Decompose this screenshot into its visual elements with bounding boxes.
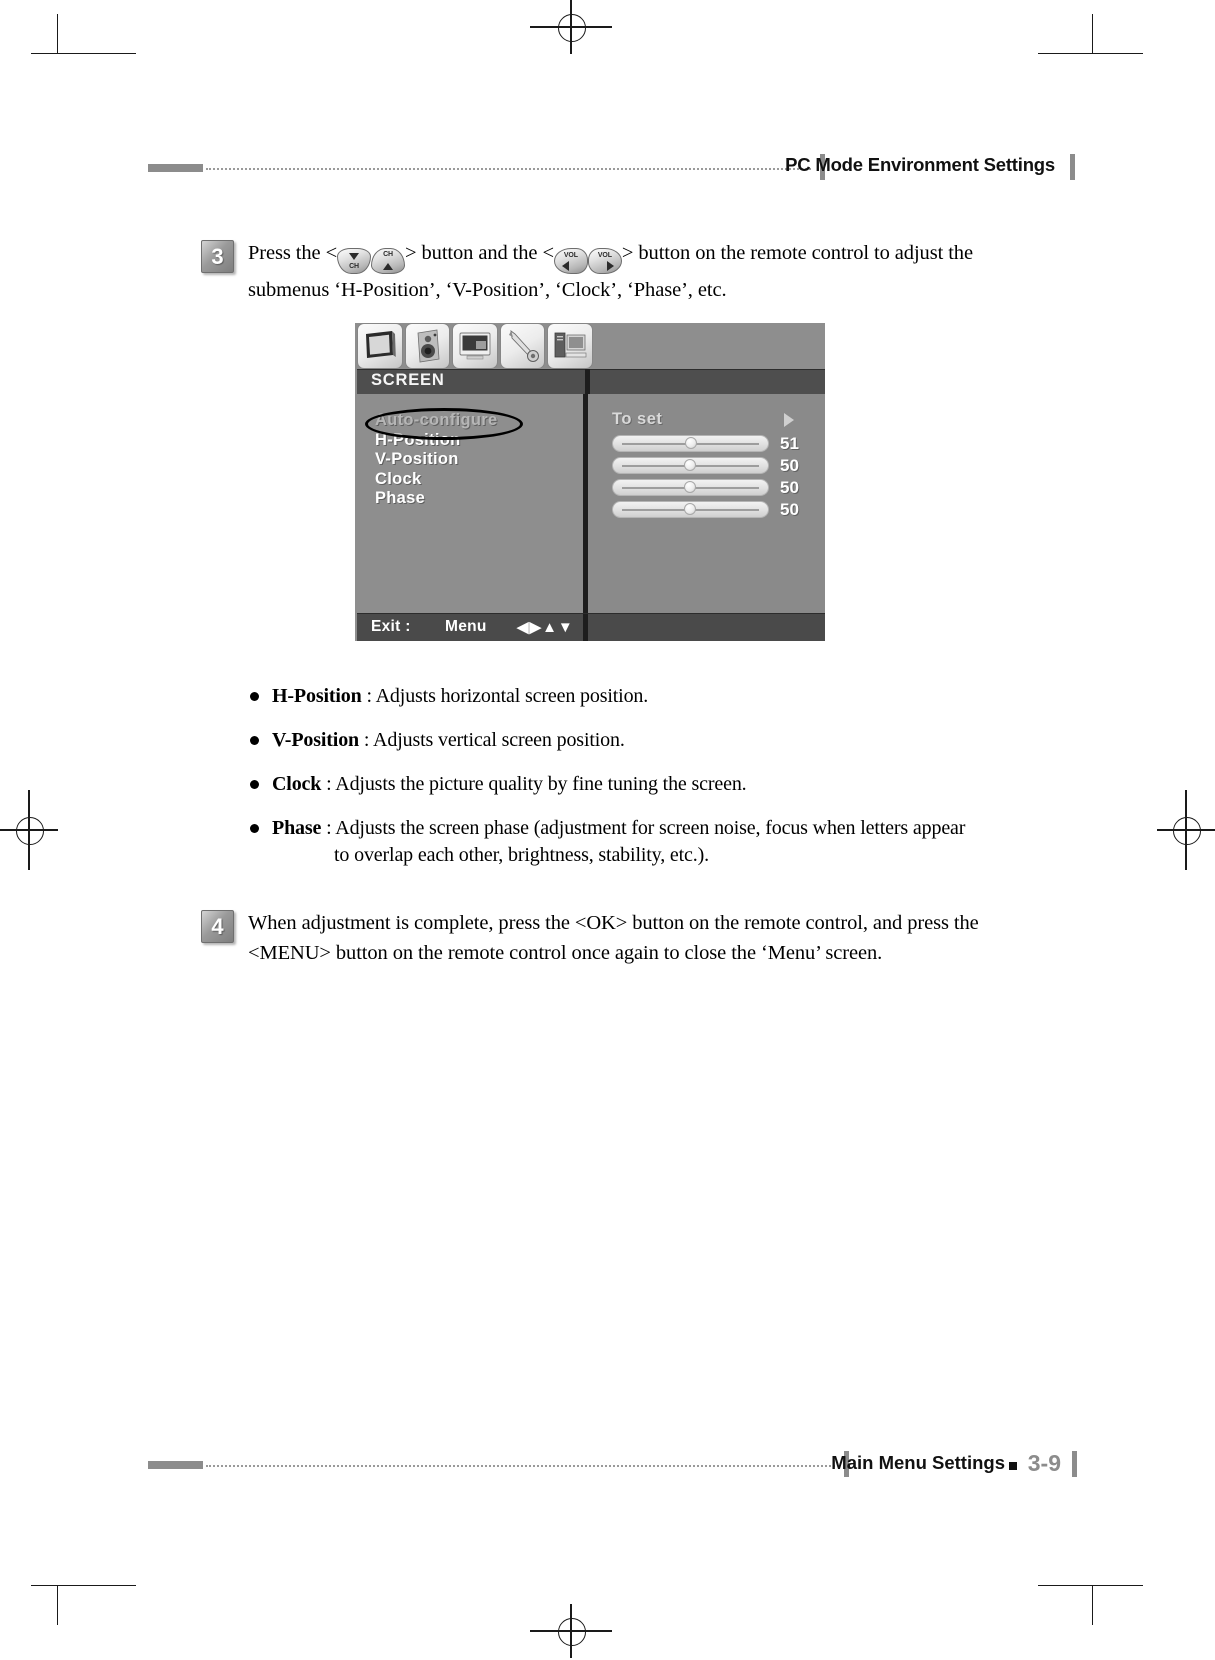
- header-bar-right: [1070, 154, 1075, 180]
- osd-slider-value: 50: [780, 500, 799, 519]
- step-3-body: Press the < CH CH > button and the < VOL VOL >…: [248, 238, 973, 305]
- page-footer: Main Menu Settings 3-9: [148, 1450, 1083, 1482]
- bullet-dot-icon: [250, 780, 259, 789]
- step-3-number: 3: [201, 240, 234, 273]
- footer-dotted-rule: [206, 1465, 835, 1469]
- vol-down-icon[interactable]: VOL: [553, 248, 588, 275]
- vol-up-icon[interactable]: VOL: [587, 248, 622, 275]
- footer-page-number: 3-9: [1027, 1450, 1061, 1476]
- bullet-description-continued: to overlap each other, brightness, stabi…: [334, 844, 709, 866]
- bullet-term: Clock: [272, 773, 322, 795]
- osd-left-pane: Auto-configure H-Position V-Position Clo…: [357, 394, 585, 614]
- step-4-line-1: When adjustment is complete, press the <…: [248, 912, 979, 934]
- osd-menu-item-clock[interactable]: Clock: [375, 470, 497, 490]
- osd-slider-value: 50: [780, 456, 799, 475]
- bullet-separator: :: [321, 817, 336, 839]
- registration-mark-right: [1157, 790, 1215, 870]
- osd-footer-bar: Exit : Menu ◀▶▲▼: [357, 613, 825, 641]
- osd-menu-item-v-position[interactable]: V-Position: [375, 450, 497, 470]
- crop-mark-tr-h: [1038, 53, 1143, 55]
- registration-mark-top: [530, 0, 612, 54]
- osd-slider-value: 50: [780, 478, 799, 497]
- bullet-description: Adjusts the screen phase (adjustment for…: [335, 817, 966, 839]
- osd-right-pane: To set 51 50 50 50: [588, 394, 825, 614]
- step-4-line-2: <MENU> button on the remote control once…: [248, 942, 883, 964]
- crop-mark-tr-v: [1092, 14, 1094, 54]
- header-title: PC Mode Environment Settings: [785, 154, 1055, 175]
- bullet-term: V-Position: [272, 729, 360, 751]
- header-dotted-rule: [206, 168, 811, 172]
- pc-computer-icon[interactable]: [547, 323, 593, 369]
- step-3-text-c: > button on the remote control to adjust…: [621, 242, 973, 264]
- bullet-term: Phase: [272, 817, 322, 839]
- bullet-dot-icon: [250, 692, 259, 701]
- step-4-number: 4: [201, 910, 234, 943]
- bullet-clock: Clock : Adjusts the picture quality by f…: [248, 771, 1008, 798]
- bullet-separator: :: [321, 773, 336, 795]
- picture-tv-icon[interactable]: [357, 323, 403, 369]
- crop-mark-tl-v: [57, 14, 59, 54]
- bullet-term: H-Position: [272, 685, 362, 707]
- crop-mark-tl-h: [31, 53, 136, 55]
- osd-slider-value: 51: [780, 434, 799, 453]
- bullet-separator: :: [359, 729, 374, 751]
- osd-slider-knob[interactable]: [685, 437, 697, 449]
- bullet-description: Adjusts vertical screen position.: [373, 729, 625, 751]
- bullet-dot-icon: [250, 824, 259, 833]
- osd-to-set-arrow-icon: [784, 413, 794, 427]
- footer-bar-right: [1072, 1451, 1077, 1477]
- bullet-phase: Phase : Adjusts the screen phase (adjust…: [248, 815, 1008, 869]
- crop-mark-bl-h: [31, 1585, 136, 1587]
- osd-nav-arrows-icon: ◀▶▲▼: [517, 619, 574, 636]
- step-3-text-a: Press the <: [248, 242, 338, 264]
- osd-screenshot: SCREEN Auto-configure H-Position V-Posit…: [355, 323, 825, 641]
- crop-mark-bl-v: [57, 1585, 59, 1625]
- bullet-description: Adjusts horizontal screen position.: [375, 685, 649, 707]
- osd-menu-item-phase[interactable]: Phase: [375, 489, 497, 509]
- ch-down-icon[interactable]: CH: [337, 248, 372, 275]
- osd-menu-item-h-position[interactable]: H-Position: [375, 431, 497, 451]
- screen-monitor-icon[interactable]: [452, 323, 498, 369]
- osd-menu-item-auto-configure[interactable]: Auto-configure: [375, 411, 497, 431]
- sound-speaker-icon[interactable]: [404, 323, 451, 369]
- osd-menu-label: Menu: [445, 618, 487, 635]
- footer-square-marker: [1009, 1462, 1017, 1470]
- crop-mark-br-h: [1038, 1585, 1143, 1587]
- osd-title-row: SCREEN: [357, 369, 825, 395]
- step-3-text-d: submenus ‘H-Position’, ‘V-Position’, ‘Cl…: [248, 279, 727, 301]
- header-dash-block: [148, 164, 203, 172]
- bullet-h-position: H-Position : Adjusts horizontal screen p…: [248, 683, 1008, 710]
- registration-mark-bottom: [530, 1604, 612, 1658]
- ch-key-pair: CH CH: [337, 245, 406, 275]
- osd-icon-tab-bar: [357, 323, 595, 369]
- bullet-description: Adjusts the picture quality by fine tuni…: [335, 773, 747, 795]
- vol-key-pair: VOL VOL: [553, 245, 622, 275]
- footer-title: Main Menu Settings: [831, 1452, 1005, 1473]
- setup-wrench-icon[interactable]: [499, 323, 546, 369]
- osd-to-set-label: To set: [612, 410, 663, 428]
- osd-menu-list: Auto-configure H-Position V-Position Clo…: [375, 411, 497, 509]
- crop-mark-br-v: [1092, 1585, 1094, 1625]
- osd-slider-knob[interactable]: [684, 503, 696, 515]
- bullet-v-position: V-Position : Adjusts vertical screen pos…: [248, 727, 1008, 754]
- step-4-body: When adjustment is complete, press the <…: [248, 908, 979, 968]
- osd-slider-knob[interactable]: [684, 459, 696, 471]
- osd-exit-label: Exit :: [371, 618, 411, 635]
- bullet-dot-icon: [250, 736, 259, 745]
- osd-title: SCREEN: [371, 371, 445, 389]
- feature-bullet-list: H-Position : Adjusts horizontal screen p…: [248, 683, 1008, 886]
- step-3-text-b: > button and the <: [405, 242, 554, 264]
- registration-mark-left: [0, 790, 58, 870]
- page-header: PC Mode Environment Settings: [148, 152, 1083, 186]
- osd-slider-knob[interactable]: [684, 481, 696, 493]
- ch-up-icon[interactable]: CH: [371, 248, 406, 275]
- bullet-separator: :: [361, 685, 376, 707]
- footer-dash-block: [148, 1461, 203, 1469]
